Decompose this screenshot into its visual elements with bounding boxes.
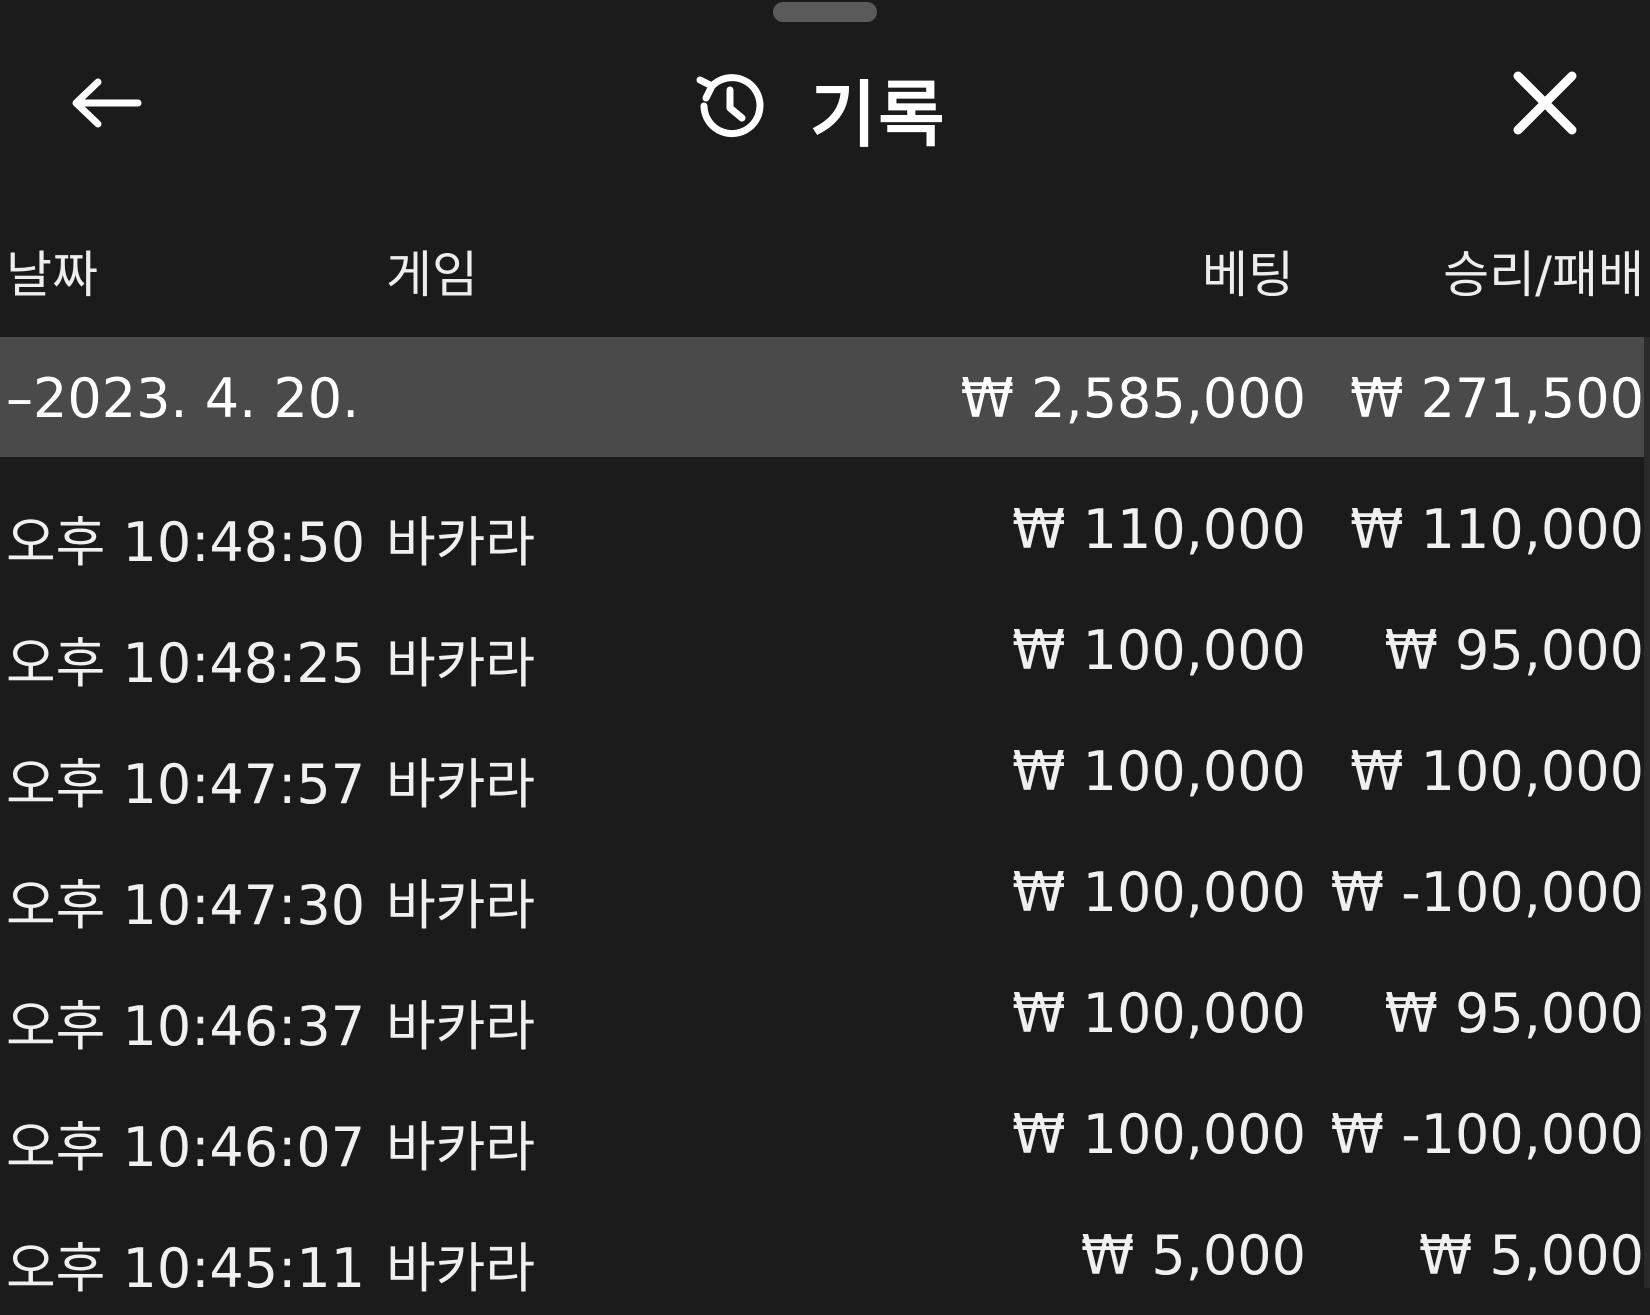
row-time: 오후 10:48:50 [6,511,366,574]
row-result: ₩ 100,000 [1350,740,1644,803]
history-row[interactable]: 오후 10:46:07 바카라 ₩ 100,000 ₩ -100,000 [0,1073,1650,1194]
summary-result-total: ₩ 271,500 [1350,367,1644,430]
history-row[interactable]: 오후 10:48:25 바카라 ₩ 100,000 ₩ 95,000 [0,589,1650,710]
scrollbar-track[interactable] [1644,337,1650,1288]
row-time: 오후 10:47:30 [6,874,366,937]
row-result: ₩ -100,000 [1330,1103,1644,1166]
column-header-date[interactable]: 날짜 [6,235,98,307]
column-header-game[interactable]: 게임 [386,235,478,307]
row-result: ₩ 110,000 [1350,498,1644,561]
row-game: 바카라 [386,753,536,816]
drag-handle[interactable] [773,2,877,22]
column-header-bet[interactable]: 베팅 [1202,235,1294,307]
row-game: 바카라 [386,632,536,695]
row-time: 오후 10:46:07 [6,1116,366,1179]
row-game: 바카라 [386,874,536,937]
row-game: 바카라 [386,1237,536,1300]
history-row[interactable]: 오후 10:46:37 바카라 ₩ 100,000 ₩ 95,000 [0,952,1650,1073]
row-bet: ₩ 110,000 [1012,498,1306,561]
row-game: 바카라 [386,995,536,1058]
row-bet: ₩ 5,000 [1080,1224,1306,1287]
date-summary-row[interactable]: –2023. 4. 20. ₩ 2,585,000 ₩ 271,500 [0,337,1650,457]
row-bet: ₩ 100,000 [1012,1103,1306,1166]
page-title: 기록 [810,72,947,157]
summary-bet-total: ₩ 2,585,000 [960,367,1306,430]
row-result: ₩ 5,000 [1418,1224,1644,1287]
history-row[interactable]: 오후 10:47:57 바카라 ₩ 100,000 ₩ 100,000 [0,710,1650,831]
close-button[interactable] [1500,60,1590,150]
row-time: 오후 10:48:25 [6,632,366,695]
row-bet: ₩ 100,000 [1012,861,1306,924]
close-icon [1510,68,1580,142]
history-clock-icon [690,66,770,150]
title-group: 기록 [690,58,946,158]
row-time: 오후 10:46:37 [6,995,366,1058]
row-result: ₩ 95,000 [1384,619,1644,682]
row-time: 오후 10:45:11 [6,1237,366,1300]
column-headers: 날짜 게임 베팅 승리/패배 [0,235,1650,320]
history-row[interactable]: 오후 10:47:30 바카라 ₩ 100,000 ₩ -100,000 [0,831,1650,952]
history-list: 오후 10:48:50 바카라 ₩ 110,000 ₩ 110,000 오후 1… [0,468,1650,1315]
arrow-left-icon [68,76,142,134]
header: 기록 [0,40,1650,170]
row-bet: ₩ 100,000 [1012,982,1306,1045]
row-result: ₩ -100,000 [1330,861,1644,924]
row-time: 오후 10:47:57 [6,753,366,816]
summary-date: –2023. 4. 20. [6,367,360,430]
row-game: 바카라 [386,511,536,574]
history-row[interactable]: 오후 10:45:11 바카라 ₩ 5,000 ₩ 5,000 [0,1194,1650,1315]
row-bet: ₩ 100,000 [1012,619,1306,682]
back-button[interactable] [60,60,150,150]
column-header-result[interactable]: 승리/패배 [1443,235,1644,307]
row-bet: ₩ 100,000 [1012,740,1306,803]
row-game: 바카라 [386,1116,536,1179]
history-row[interactable]: 오후 10:48:50 바카라 ₩ 110,000 ₩ 110,000 [0,468,1650,589]
row-result: ₩ 95,000 [1384,982,1644,1045]
